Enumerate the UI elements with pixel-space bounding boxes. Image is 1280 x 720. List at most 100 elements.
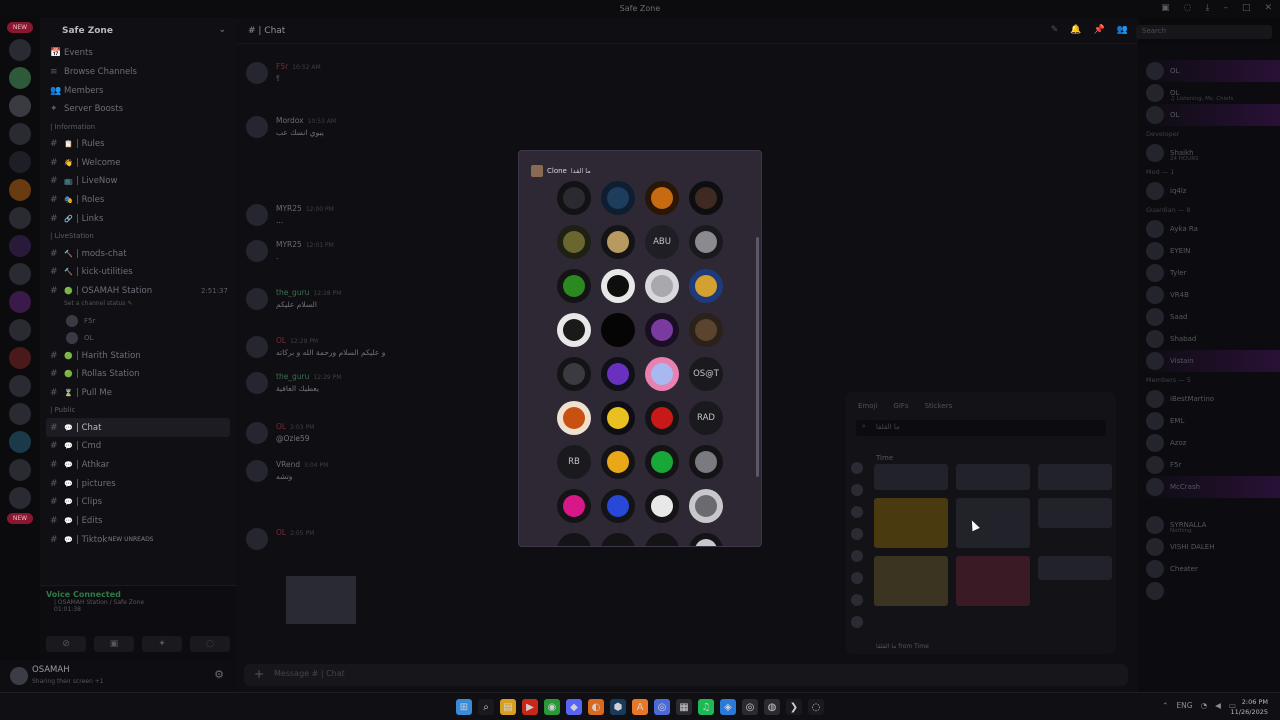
server-avatar-option[interactable] bbox=[601, 445, 635, 479]
channel-public-0[interactable]: # 💬 | Chat bbox=[46, 418, 230, 437]
message[interactable]: VRend 3:04 PM وتشه bbox=[246, 460, 328, 482]
message[interactable]: OL 2:03 PM @Ozie59 bbox=[246, 422, 314, 444]
taskbar-app-icon[interactable]: ◆ bbox=[566, 699, 582, 715]
taskbar-app-icon[interactable]: ◐ bbox=[588, 699, 604, 715]
server-avatar-option[interactable] bbox=[557, 313, 591, 347]
taskbar-app-icon[interactable]: ⊞ bbox=[456, 699, 472, 715]
message-author[interactable]: OL bbox=[276, 336, 286, 345]
search-input[interactable]: Search bbox=[1136, 25, 1272, 39]
server-avatar-option[interactable] bbox=[601, 533, 635, 546]
server-avatar-option[interactable] bbox=[601, 489, 635, 523]
picker-tab-emoji[interactable]: Emoji bbox=[858, 402, 877, 410]
category-icon[interactable] bbox=[851, 572, 863, 584]
message[interactable]: MYR25 12:00 PM... bbox=[246, 204, 334, 226]
server-avatar-option[interactable] bbox=[601, 269, 635, 303]
server-icon[interactable] bbox=[9, 291, 31, 313]
message-author[interactable]: OL bbox=[276, 528, 286, 537]
server-avatar-option[interactable] bbox=[557, 533, 591, 546]
server-header[interactable]: Safe Zone ⌄ bbox=[40, 18, 236, 44]
member-row[interactable]: iq4lz bbox=[1138, 180, 1280, 202]
message[interactable]: the_guru 12:28 PM السلام عليكم bbox=[246, 288, 341, 310]
message-author[interactable]: MYR25 bbox=[276, 204, 302, 213]
category-information[interactable]: | Information bbox=[40, 119, 236, 135]
avatar[interactable] bbox=[246, 528, 268, 550]
server-avatar-option[interactable] bbox=[557, 489, 591, 523]
taskbar-app-icon[interactable]: ⌕ bbox=[478, 699, 494, 715]
server-avatar-option[interactable] bbox=[557, 401, 591, 435]
avatar[interactable] bbox=[246, 116, 268, 138]
member-row[interactable]: McCrash bbox=[1138, 476, 1280, 498]
category-icon[interactable] bbox=[851, 484, 863, 496]
avatar[interactable] bbox=[246, 288, 268, 310]
server-icon[interactable] bbox=[9, 459, 31, 481]
server-avatar-option[interactable] bbox=[557, 225, 591, 259]
message[interactable]: F5r 10:52 AM ؟ bbox=[246, 62, 321, 84]
avatar[interactable] bbox=[246, 422, 268, 444]
message-author[interactable]: MYR25 bbox=[276, 240, 302, 249]
voice-connected-title[interactable]: Voice Connected bbox=[40, 586, 236, 599]
category-icon[interactable] bbox=[851, 594, 863, 606]
voice-user[interactable]: OL bbox=[40, 329, 236, 346]
member-row[interactable]: EYEIN bbox=[1138, 240, 1280, 262]
member-row[interactable]: OL bbox=[1138, 60, 1280, 82]
server-avatar-option[interactable] bbox=[645, 269, 679, 303]
member-row[interactable]: OL ♫ Listening, Ms. Chiefs bbox=[1138, 82, 1280, 104]
avatar[interactable] bbox=[246, 62, 268, 84]
user-name[interactable]: OSAMAH bbox=[32, 665, 70, 675]
member-row[interactable]: Shabad bbox=[1138, 328, 1280, 350]
message[interactable]: the_guru 12:29 PM يعطيك العافية bbox=[246, 372, 341, 394]
server-avatar-option[interactable] bbox=[601, 225, 635, 259]
channel-public-6[interactable]: # 💬 | Tiktok NEW UNREADS bbox=[40, 530, 236, 549]
server-avatar-option[interactable] bbox=[689, 269, 723, 303]
member-row[interactable]: Tyler bbox=[1138, 262, 1280, 284]
server-avatar-option[interactable]: RB bbox=[557, 445, 591, 479]
gif-item[interactable] bbox=[956, 498, 1030, 548]
message-author[interactable]: the_guru bbox=[276, 288, 309, 297]
server-avatar-option[interactable]: RAD bbox=[689, 401, 723, 435]
channel-info-1[interactable]: # 👋 | Welcome bbox=[40, 153, 236, 172]
member-row[interactable]: EML bbox=[1138, 410, 1280, 432]
server-avatar-option[interactable] bbox=[689, 445, 723, 479]
channel-info-3[interactable]: # 🎭 | Roles bbox=[40, 191, 236, 210]
gif-item[interactable] bbox=[874, 556, 948, 606]
channel-live-0[interactable]: # 🔨 | mods-chat bbox=[40, 244, 236, 263]
member-row[interactable]: SYRNALLA Nothing bbox=[1138, 514, 1280, 536]
server-avatar-option[interactable] bbox=[689, 489, 723, 523]
message-author[interactable]: OL bbox=[276, 422, 286, 431]
taskbar-app-icon[interactable]: ◍ bbox=[764, 699, 780, 715]
server-avatar-option[interactable] bbox=[645, 401, 679, 435]
threads-icon[interactable]: ✎ bbox=[1051, 25, 1059, 35]
server-icon[interactable] bbox=[9, 207, 31, 229]
server-icon[interactable] bbox=[9, 67, 31, 89]
server-icon[interactable] bbox=[9, 487, 31, 509]
channel-live-2[interactable]: # 🟢 | OSAMAH Station 2:51:37 bbox=[40, 282, 236, 301]
server-avatar-option[interactable]: OS@T bbox=[689, 357, 723, 391]
channel-voice-0[interactable]: # 🟢 | Harith Station bbox=[40, 346, 236, 365]
gif-search-input[interactable]: ⌕ ما القلقا bbox=[856, 420, 1106, 436]
picker-tab-gifs[interactable]: GIFs bbox=[893, 402, 908, 410]
gif-item[interactable] bbox=[874, 464, 948, 490]
category-icon[interactable] bbox=[851, 506, 863, 518]
message[interactable]: OL 12:29 PM و عليكم السلام ورحمة الله و بر… bbox=[246, 336, 385, 358]
wifi-icon[interactable]: ◔ bbox=[1201, 701, 1208, 710]
server-icon[interactable] bbox=[9, 347, 31, 369]
channel-public-4[interactable]: # 💬 | Clips bbox=[40, 493, 236, 512]
channel-voice-2[interactable]: # ⏳ | Pull Me bbox=[40, 384, 236, 403]
server-avatar-option[interactable] bbox=[645, 445, 679, 479]
taskbar-app-icon[interactable]: ◉ bbox=[544, 699, 560, 715]
server-avatar-option[interactable] bbox=[601, 313, 635, 347]
message[interactable]: OL 2:05 PM bbox=[246, 528, 314, 550]
channel-live-1[interactable]: # 🔨 | kick-utilities bbox=[40, 263, 236, 282]
voice-channel-status[interactable]: Set a channel status ✎ bbox=[40, 300, 236, 312]
gif-item[interactable] bbox=[956, 556, 1030, 606]
gear-icon[interactable]: ⚙ bbox=[214, 668, 224, 681]
server-avatar-option[interactable] bbox=[557, 181, 591, 215]
server-avatar-option[interactable] bbox=[689, 313, 723, 347]
taskbar-app-icon[interactable]: A bbox=[632, 699, 648, 715]
server-avatar-option[interactable] bbox=[645, 533, 679, 546]
gif-item[interactable] bbox=[1038, 464, 1112, 490]
server-icon[interactable] bbox=[9, 179, 31, 201]
plus-icon[interactable]: + bbox=[254, 667, 264, 681]
sidebar-top-2[interactable]: 👥 Members bbox=[40, 81, 236, 100]
voice-connected-channel[interactable]: | OSAMAH Station / Safe Zone bbox=[40, 599, 236, 606]
